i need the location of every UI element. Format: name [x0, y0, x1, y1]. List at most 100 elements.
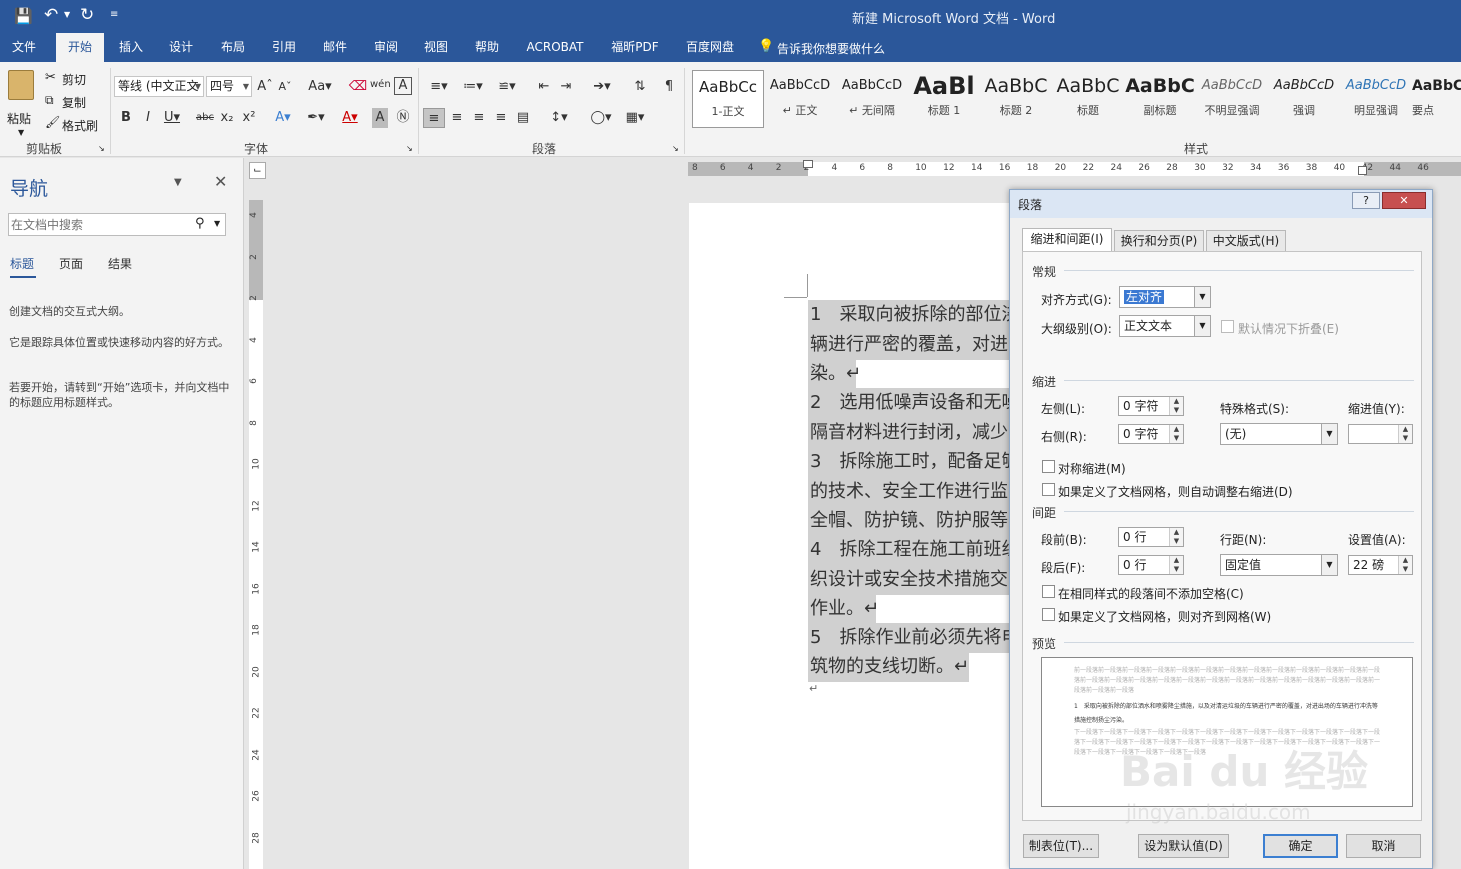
borders-icon[interactable]: ▦▾	[620, 108, 650, 128]
close-button[interactable]: ✕	[1382, 192, 1426, 209]
tab-view[interactable]: 视图	[415, 33, 457, 62]
document-line[interactable]: 的技术、安全工作进行监	[808, 477, 1013, 507]
dialog-launcher-icon[interactable]: ↘	[406, 144, 413, 153]
document-line[interactable]: 1 采取向被拆除的部位浇	[808, 300, 1019, 330]
undo-dropdown-icon[interactable]: ▼	[64, 10, 70, 19]
mirror-indents-checkbox[interactable]	[1042, 460, 1055, 473]
vertical-ruler[interactable]: 4 2 2 4 6 8 10 12 14 16 18 20 22 24 26 28	[247, 200, 266, 869]
indent-marker[interactable]	[803, 160, 813, 168]
align-left-icon[interactable]: ≡	[423, 108, 445, 128]
style-item[interactable]: AaBbC 标题	[1052, 70, 1124, 128]
align-center-icon[interactable]: ≡	[447, 108, 467, 128]
snap-to-grid-checkbox[interactable]	[1042, 608, 1055, 621]
right-indent-spinner[interactable]: 0 字符 ▲ ▼	[1118, 424, 1184, 444]
dialog-launcher-icon[interactable]: ↘	[98, 144, 105, 153]
document-line[interactable]: 2 选用低噪声设备和无噪	[808, 388, 1019, 418]
collapse-checkbox[interactable]	[1221, 320, 1234, 333]
ok-button[interactable]: 确定	[1263, 834, 1338, 858]
font-color-icon[interactable]: A▾	[336, 108, 364, 128]
font-size-combo[interactable]: 四号 ▼	[206, 76, 252, 97]
underline-icon[interactable]: U▾	[162, 108, 182, 128]
spinner-arrows-icon[interactable]: ▲ ▼	[1169, 528, 1183, 546]
style-item[interactable]: AaBl 标题 1	[908, 70, 980, 128]
style-item[interactable]: AaBbC 副标题	[1124, 70, 1196, 128]
style-item[interactable]: AaBbCcD 明显强调	[1340, 70, 1412, 128]
enclose-characters-icon[interactable]: Ⓝ	[394, 108, 412, 128]
chinese-layout-icon[interactable]: ➔▾	[588, 77, 616, 97]
style-item[interactable]: AaBbCc 1-正文	[692, 70, 764, 128]
chevron-down-icon[interactable]: ▼	[1194, 287, 1210, 307]
space-after-spinner[interactable]: 0 行 ▲ ▼	[1118, 555, 1184, 575]
chevron-down-icon[interactable]: ▼	[1321, 555, 1337, 575]
text-effects-icon[interactable]: A▾	[270, 108, 296, 128]
nav-tab-pages[interactable]: 页面	[59, 255, 83, 272]
format-painter-button[interactable]: 格式刷	[62, 117, 98, 134]
character-border-icon[interactable]: A	[394, 77, 412, 95]
document-line[interactable]: 筑物的支线切断。↵	[808, 652, 969, 682]
font-name-combo[interactable]: 等线 (中文正文 ▼	[114, 76, 204, 97]
shrink-font-icon[interactable]: Aˇ	[276, 77, 294, 97]
document-line[interactable]: 隔音材料进行封闭，减少	[808, 418, 1013, 448]
undo-icon[interactable]: ↶	[44, 5, 58, 25]
phonetic-guide-icon[interactable]: wén	[370, 75, 391, 95]
customize-qat-icon[interactable]: ≡	[110, 9, 118, 20]
tab-baidu-netdisk[interactable]: 百度网盘	[680, 33, 740, 62]
set-default-button[interactable]: 设为默认值(D)	[1138, 834, 1229, 858]
special-format-select[interactable]: (无) ▼	[1220, 423, 1338, 445]
tab-insert[interactable]: 插入	[110, 33, 152, 62]
show-marks-icon[interactable]: ¶	[660, 77, 678, 97]
spinner-arrows-icon[interactable]: ▲ ▼	[1169, 397, 1183, 415]
chevron-down-icon[interactable]: ▼	[1321, 424, 1337, 444]
ruler-corner-tab-selector[interactable]: ⌙	[249, 162, 266, 179]
tab-file[interactable]: 文件	[4, 33, 44, 62]
document-line[interactable]: 染。↵	[808, 359, 861, 389]
document-line[interactable]: 织设计或安全技术措施交	[808, 565, 1013, 595]
save-icon[interactable]: 💾	[14, 7, 33, 25]
copy-button[interactable]: 复制	[62, 94, 86, 111]
subscript-icon[interactable]: x₂	[218, 108, 236, 128]
style-item[interactable]: AaBbC 标题 2	[980, 70, 1052, 128]
document-line[interactable]: 3 拆除施工时，配备足够	[808, 447, 1019, 477]
distributed-icon[interactable]: ▤	[513, 108, 533, 128]
strikethrough-icon[interactable]: abc	[194, 108, 216, 128]
spinner-arrows-icon[interactable]: ▲ ▼	[1169, 425, 1183, 443]
tabs-button[interactable]: 制表位(T)...	[1023, 834, 1099, 858]
document-line[interactable]: 全帽、防护镜、防护服等	[808, 506, 1013, 536]
decrease-indent-icon[interactable]: ⇤	[534, 77, 554, 97]
tell-me-box[interactable]: 告诉我你想要做什么	[777, 40, 885, 57]
style-item[interactable]: AaBbCc 要点	[1412, 70, 1461, 128]
search-icon[interactable]: ⚲	[195, 216, 205, 231]
spinner-arrows-icon[interactable]: ▲ ▼	[1169, 556, 1183, 574]
spacing-at-spinner[interactable]: 22 磅 ▲ ▼	[1348, 555, 1413, 575]
tab-home[interactable]: 开始	[56, 33, 104, 62]
search-input[interactable]	[11, 216, 181, 233]
spinner-arrows-icon[interactable]: ▲ ▼	[1398, 556, 1412, 574]
tab-indents-spacing[interactable]: 缩进和间距(I)	[1022, 228, 1112, 252]
tab-help[interactable]: 帮助	[466, 33, 508, 62]
nav-tab-headings[interactable]: 标题	[10, 255, 34, 272]
tab-asian-typography[interactable]: 中文版式(H)	[1206, 230, 1286, 252]
right-indent-marker[interactable]	[1358, 166, 1367, 175]
line-spacing-icon[interactable]: ↕▾	[544, 108, 574, 128]
nav-search-box[interactable]: ⚲ ▼	[8, 213, 226, 236]
numbering-icon[interactable]: ≔▾	[458, 77, 488, 97]
tab-acrobat[interactable]: ACROBAT	[520, 33, 590, 62]
indent-by-spinner[interactable]: ▲ ▼	[1348, 424, 1413, 444]
multilevel-list-icon[interactable]: ≌▾	[492, 77, 522, 97]
justify-icon[interactable]: ≡	[491, 108, 511, 128]
shading-icon[interactable]: ◯▾	[586, 108, 616, 128]
alignment-select[interactable]: 左对齐 ▼	[1119, 286, 1211, 308]
paste-button[interactable]: 粘贴 ▼	[6, 68, 38, 137]
document-line[interactable]: 4 拆除工程在施工前班组	[808, 535, 1019, 565]
cut-button[interactable]: 剪切	[62, 71, 86, 88]
superscript-icon[interactable]: x²	[240, 108, 258, 128]
auto-adjust-indent-checkbox[interactable]	[1042, 483, 1055, 496]
bold-icon[interactable]: B	[118, 108, 134, 128]
style-item[interactable]: AaBbCcD 强调	[1268, 70, 1340, 128]
chevron-down-icon[interactable]: ▼	[1194, 316, 1210, 336]
character-shading-icon[interactable]: A	[372, 108, 388, 128]
document-line[interactable]: 5 拆除作业前必须先将电	[808, 623, 1019, 653]
no-space-same-style-checkbox[interactable]	[1042, 585, 1055, 598]
space-before-spinner[interactable]: 0 行 ▲ ▼	[1118, 527, 1184, 547]
highlight-icon[interactable]: ✒▾	[302, 108, 330, 128]
